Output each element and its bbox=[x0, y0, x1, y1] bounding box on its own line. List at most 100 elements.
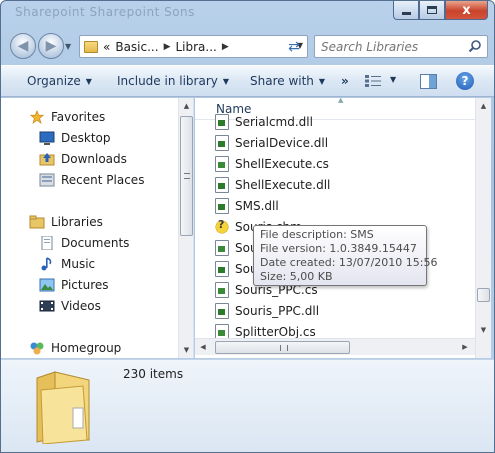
code-file-icon bbox=[215, 155, 229, 172]
views-dropdown-icon[interactable]: ▼ bbox=[390, 75, 396, 84]
breadcrumb-overflow[interactable]: « bbox=[103, 40, 110, 54]
caption-buttons: x bbox=[393, 1, 488, 20]
forward-icon: ▶ bbox=[45, 38, 57, 54]
more-commands-button[interactable]: » bbox=[341, 74, 349, 88]
file-row[interactable]: ShellExecute.dll bbox=[215, 174, 330, 195]
nav-item-music[interactable]: Music bbox=[39, 254, 95, 274]
search-icon[interactable] bbox=[468, 39, 482, 53]
search-box[interactable] bbox=[314, 35, 488, 58]
breadcrumb-basic[interactable]: Basic... bbox=[115, 40, 158, 54]
scroll-up-icon[interactable]: ▲ bbox=[179, 98, 193, 114]
details-pane: 230 items bbox=[1, 359, 494, 452]
file-row[interactable]: SMS.dll bbox=[215, 195, 279, 216]
scrollbar-thumb[interactable] bbox=[477, 288, 490, 302]
chevron-right-icon[interactable]: ▶ bbox=[222, 42, 229, 52]
dll-file-icon bbox=[215, 302, 229, 319]
file-name: SplitterObj.cs bbox=[235, 324, 316, 339]
organize-menu[interactable]: Organize ▼ bbox=[27, 74, 92, 88]
nav-item-documents[interactable]: Documents bbox=[39, 233, 129, 253]
file-name: Serialcmd.dll bbox=[235, 114, 313, 129]
file-row[interactable]: ShellExecute.cs bbox=[215, 153, 329, 174]
nav-item-desktop[interactable]: Desktop bbox=[39, 128, 111, 148]
back-button[interactable]: ◀ bbox=[10, 33, 36, 59]
star-icon bbox=[29, 110, 45, 124]
desktop-icon bbox=[39, 131, 55, 145]
recent-pages-dropdown[interactable]: ▼ bbox=[65, 42, 71, 51]
share-with-menu[interactable]: Share with ▼ bbox=[250, 74, 325, 88]
back-icon: ◀ bbox=[17, 38, 29, 54]
help-icon[interactable]: ? bbox=[456, 72, 474, 90]
file-name: ShellExecute.cs bbox=[235, 156, 329, 171]
nav-label-downloads: Downloads bbox=[61, 152, 127, 166]
scrollbar-thumb[interactable] bbox=[180, 116, 193, 236]
nav-label-favorites: Favorites bbox=[51, 110, 106, 124]
maximize-button[interactable] bbox=[419, 1, 445, 20]
tooltip-size: Size: 5,00 KB bbox=[260, 270, 333, 283]
chevron-down-icon: ▼ bbox=[318, 77, 326, 86]
file-list-horizontal-scrollbar[interactable]: ◀ ▶ bbox=[195, 338, 475, 355]
minimize-icon bbox=[401, 11, 411, 15]
nav-item-libraries[interactable]: Libraries bbox=[29, 212, 103, 232]
organize-label: Organize bbox=[27, 74, 81, 88]
file-list-scrollbar[interactable]: ▲ ▼ bbox=[475, 98, 491, 358]
search-input[interactable] bbox=[321, 39, 471, 54]
views-icon[interactable] bbox=[365, 75, 381, 87]
command-bar: Organize ▼ Include in library ▼ Share with… bbox=[1, 65, 494, 97]
file-row[interactable]: SerialDevice.dll bbox=[215, 132, 328, 153]
homegroup-icon bbox=[30, 342, 44, 355]
dll-file-icon bbox=[215, 260, 229, 277]
downloads-icon bbox=[39, 153, 55, 166]
chevron-down-icon: ▼ bbox=[222, 77, 230, 86]
address-bar[interactable]: « Basic... ▶ Libra... ▶ ▼ bbox=[79, 35, 308, 58]
close-button[interactable]: x bbox=[445, 1, 488, 20]
scroll-down-icon[interactable]: ▼ bbox=[476, 322, 491, 338]
scroll-up-icon[interactable]: ▲ bbox=[476, 98, 491, 114]
nav-item-downloads[interactable]: Downloads bbox=[39, 149, 127, 169]
refresh-icon: ⇄ bbox=[288, 38, 300, 55]
title-bar[interactable]: Sharepoint Sharepoint Sons x bbox=[1, 1, 494, 25]
nav-item-favorites[interactable]: Favorites bbox=[29, 107, 105, 127]
navigation-scrollbar[interactable]: ▲ ▼ bbox=[178, 98, 193, 358]
scroll-down-icon[interactable]: ▼ bbox=[179, 342, 193, 358]
maximize-icon bbox=[427, 6, 437, 14]
tooltip-version: File version: 1.0.3849.15447 bbox=[260, 242, 417, 255]
documents-icon bbox=[41, 236, 53, 250]
nav-item-recent-places[interactable]: Recent Places bbox=[39, 170, 144, 190]
nav-label-recent-places: Recent Places bbox=[61, 173, 145, 187]
chevron-right-icon[interactable]: ▶ bbox=[164, 42, 171, 52]
code-file-icon bbox=[215, 239, 229, 256]
nav-label-music: Music bbox=[61, 257, 96, 271]
close-icon: x bbox=[462, 2, 471, 18]
tooltip-date: Date created: 13/07/2010 15:56 bbox=[260, 256, 438, 269]
share-label: Share with bbox=[250, 74, 314, 88]
libraries-icon bbox=[29, 215, 45, 229]
navigation-row: ◀ ▶ ▼ « Basic... ▶ Libra... ▶ ▼ ⇄ bbox=[1, 31, 494, 61]
refresh-button[interactable]: ⇄ bbox=[283, 37, 305, 56]
nav-label-desktop: Desktop bbox=[61, 131, 111, 145]
dll-file-icon bbox=[215, 113, 229, 130]
include-in-library-menu[interactable]: Include in library ▼ bbox=[117, 74, 229, 88]
scroll-left-icon[interactable]: ◀ bbox=[195, 339, 211, 355]
videos-icon bbox=[39, 300, 55, 312]
scroll-right-icon[interactable]: ▶ bbox=[457, 339, 473, 355]
tooltip-description: File description: SMS bbox=[260, 228, 374, 241]
item-count: 230 items bbox=[123, 367, 184, 381]
nav-item-videos[interactable]: Videos bbox=[39, 296, 101, 316]
file-info-tooltip: File description: SMS File version: 1.0.… bbox=[253, 225, 438, 286]
nav-item-homegroup[interactable]: Homegroup bbox=[29, 338, 121, 358]
preview-pane-icon[interactable] bbox=[420, 74, 437, 89]
recent-places-icon bbox=[39, 173, 55, 187]
nav-label-libraries: Libraries bbox=[51, 215, 103, 229]
minimize-button[interactable] bbox=[393, 1, 419, 20]
dll-file-icon bbox=[215, 197, 229, 214]
nav-item-pictures[interactable]: Pictures bbox=[39, 275, 109, 295]
forward-button[interactable]: ▶ bbox=[38, 33, 64, 59]
folder-icon bbox=[36, 371, 90, 444]
include-label: Include in library bbox=[117, 74, 218, 88]
code-file-icon bbox=[215, 281, 229, 298]
file-row[interactable]: Serialcmd.dll bbox=[215, 111, 313, 132]
file-row[interactable]: Souris_PPC.dll bbox=[215, 300, 319, 321]
grip-icon bbox=[184, 173, 190, 179]
scrollbar-thumb[interactable] bbox=[215, 341, 350, 354]
breadcrumb-libraries[interactable]: Libra... bbox=[175, 40, 216, 54]
